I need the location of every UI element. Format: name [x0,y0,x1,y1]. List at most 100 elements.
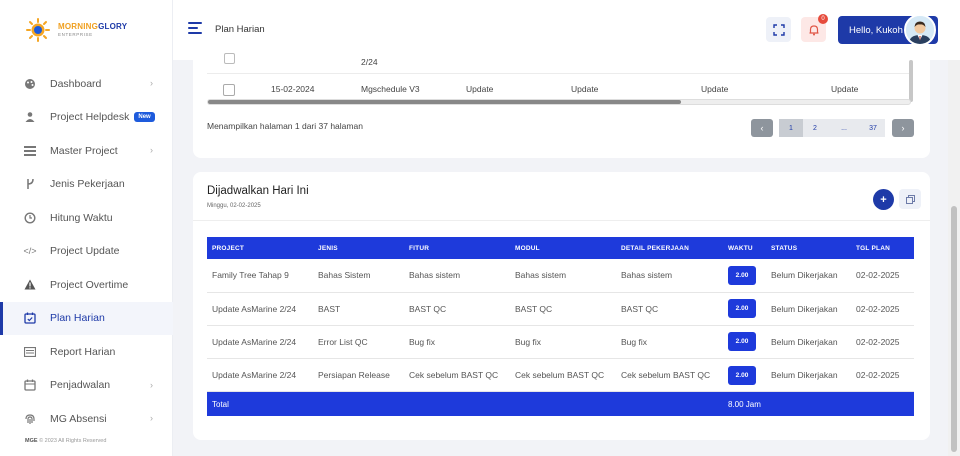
warning-icon [24,279,36,291]
cell-fitur: Cek sebelum BAST QC [409,370,499,381]
user-greeting: Hello, Kukoh [849,24,903,36]
calendar-check-icon [24,312,36,324]
add-plan-button[interactable]: + [873,189,894,210]
sidebar-item-label: Dashboard [50,77,102,90]
page-button[interactable]: 37 [861,119,885,137]
sidebar-item-label: MG Absensi [50,412,107,425]
cell-project: Update AsMarine 2/24 [212,303,297,314]
table-horizontal-scrollbar[interactable] [207,99,911,105]
cell-fitur: Bug fix [409,336,435,347]
notification-count: 0 [818,14,828,24]
column-header: PROJECT [212,244,245,252]
calendar-icon [24,379,36,391]
waktu-badge: 2.00 [728,365,756,385]
sidebar-item-report-harian[interactable]: Report Harian [0,335,173,369]
sidebar-item-label: Penjadwalan [50,379,111,392]
cell-date: 15-02-2024 [271,84,315,94]
sidebar: MORNINGGLORY ENTERPRISE Dashboard › Proj… [0,0,173,456]
sidebar-item-dashboard[interactable]: Dashboard › [0,67,173,101]
waktu-badge: 2.00 [728,332,756,352]
waktu-badge: 2.00 [728,299,756,319]
total-label: Total [212,399,229,409]
notification-button[interactable]: 0 [801,14,828,42]
copyright-brand: MGE [25,438,38,444]
next-page-button[interactable]: › [892,119,914,137]
clock-icon [24,212,36,224]
brand-name-2: GLORY [98,21,128,31]
chevron-right-icon: › [150,413,153,423]
cell-modul: Bahas sistem [515,270,567,281]
cell-status: Belum Dikerjakan [771,270,838,281]
column-header: JENIS [318,244,338,252]
total-value: 8.00 Jam [728,399,761,409]
sidebar-item-label: Plan Harian [50,312,105,325]
fingerprint-icon [24,413,36,425]
sidebar-item-project-update[interactable]: </> Project Update [0,235,173,269]
table-header-row: PROJECT JENIS FITUR MODUL DETAIL PEKERJA… [207,237,914,259]
cell-jenis: BAST [318,303,341,314]
section-date: Minggu, 02-02-2025 [207,203,261,209]
cell-update: Update [466,84,494,94]
row-checkbox[interactable] [223,84,235,96]
cell-status: Belum Dikerjakan [771,370,838,381]
cell-text: 2/24 [361,57,378,67]
page-ellipsis: ... [827,119,861,137]
cell-modul: Cek sebelum BAST QC [515,370,605,381]
scrollbar-thumb[interactable] [951,206,957,452]
sidebar-item-label: Master Project [50,144,118,157]
cell-jenis: Error List QC [318,336,368,347]
top-header: Plan Harian 0 Hello, Kukoh [173,0,960,60]
sidebar-item-mg-absensi[interactable]: MG Absensi › [0,402,173,436]
scrollbar-thumb[interactable] [208,100,681,104]
sidebar-item-master-project[interactable]: Master Project › [0,134,173,168]
cell-waktu: 2.00 [723,292,766,325]
sidebar-item-label: Report Harian [50,345,116,358]
fullscreen-button[interactable] [766,17,791,42]
sidebar-item-jenis-pekerjaan[interactable]: Jenis Pekerjaan [0,168,173,202]
row-checkbox[interactable] [224,53,235,64]
palette-icon [24,78,36,90]
avatar[interactable] [904,14,936,46]
waktu-badge: 2.00 [728,265,756,285]
page-button[interactable]: 2 [803,119,827,137]
cell-update: Update [831,84,859,94]
sidebar-item-label: Jenis Pekerjaan [50,178,125,191]
cell-tgl: 02-02-2025 [856,336,900,347]
page-button[interactable]: 1 [779,119,803,137]
branch-icon [24,178,36,190]
cell-detail: Bahas sistem [621,270,673,281]
column-header: WAKTU [728,244,753,252]
table-vertical-scrollbar[interactable] [909,60,913,102]
project-table-card: 2/24 15-02-2024 Mgschedule V3 Update Upd… [193,53,930,158]
table-row: 2/24 [207,53,911,74]
copy-icon [905,194,915,204]
bell-icon [809,24,818,35]
cell-waktu: 2.00 [723,259,766,292]
pagination-info: Menampilkan halaman 1 dari 37 halaman [207,121,363,131]
sidebar-item-penjadwalan[interactable]: Penjadwalan › [0,369,173,403]
new-badge: New [134,112,155,123]
cell-project: Update AsMarine 2/24 [212,370,297,381]
column-header: MODUL [515,244,540,252]
table-row: 15-02-2024 Mgschedule V3 Update Update U… [207,76,911,98]
sidebar-item-label: Project Overtime [50,278,129,291]
brand-logo[interactable]: MORNINGGLORY ENTERPRISE [26,18,127,42]
cell-project: Update AsMarine 2/24 [212,336,297,347]
hamburger-menu-icon[interactable] [188,22,202,34]
copy-button[interactable] [899,189,921,209]
page-title: Plan Harian [215,24,265,35]
cell-tgl: 02-02-2025 [856,270,900,281]
sidebar-item-plan-harian[interactable]: Plan Harian [0,301,173,335]
cell-modul: Bug fix [515,336,541,347]
page-scrollbar[interactable] [948,60,960,456]
table-row: Update AsMarine 2/24 BAST BAST QC BAST Q… [207,292,914,326]
prev-page-button[interactable]: ‹ [751,119,773,137]
code-icon: </> [23,246,37,257]
sidebar-item-project-overtime[interactable]: Project Overtime [0,268,173,302]
table-row: Update AsMarine 2/24 Persiapan Release C… [207,359,914,392]
sidebar-item-hitung-waktu[interactable]: Hitung Waktu [0,201,173,235]
cell-update: Update [571,84,599,94]
sidebar-item-project-helpdesk[interactable]: Project Helpdesk New [0,101,173,135]
sun-logo-icon [26,18,50,42]
cell-status: Belum Dikerjakan [771,303,838,314]
